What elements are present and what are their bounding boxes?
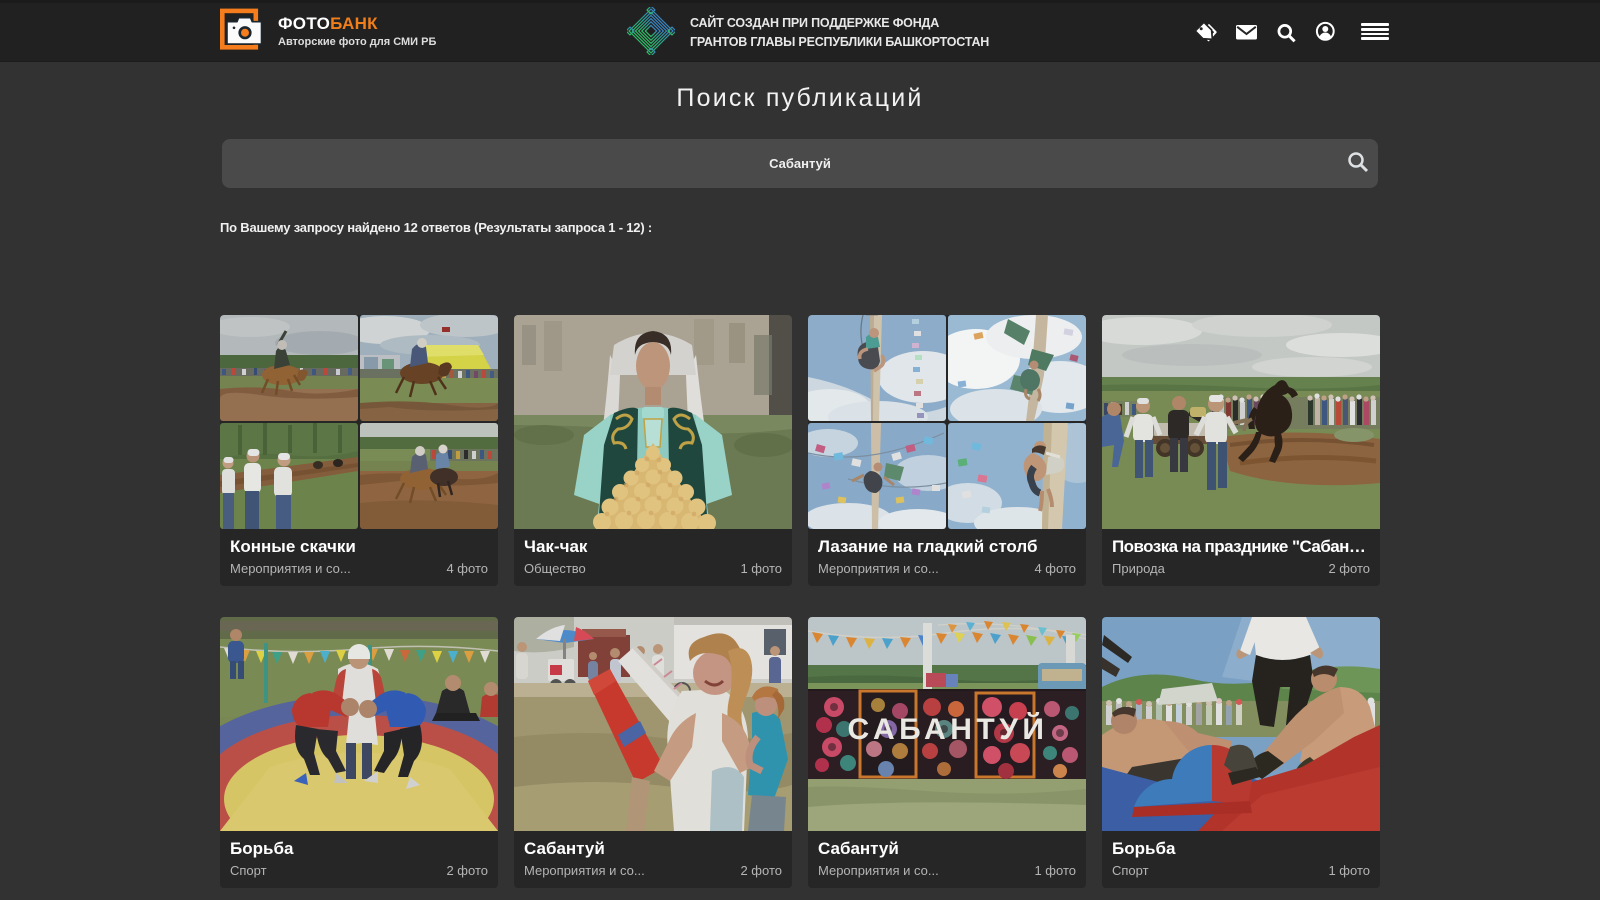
svg-text:САБАНТУЙ: САБАНТУЙ	[848, 712, 1049, 746]
